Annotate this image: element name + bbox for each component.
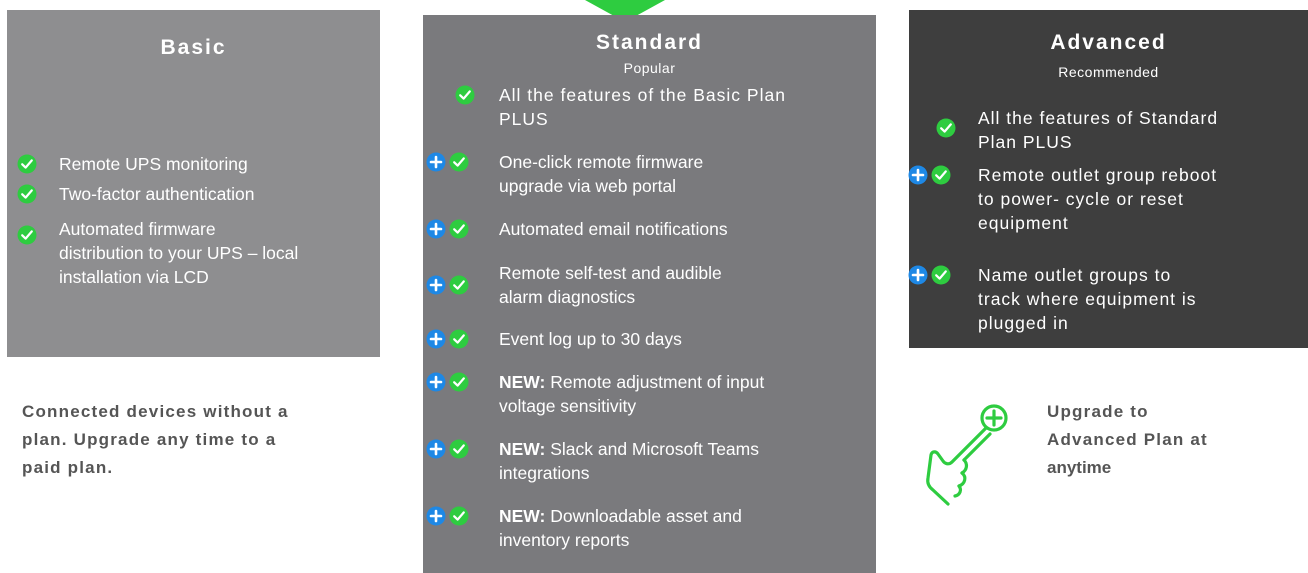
feature-line: integrations bbox=[499, 463, 590, 483]
feature-line: track where equipment is bbox=[978, 289, 1197, 309]
feature-line: Name outlet groups to bbox=[978, 265, 1172, 285]
plus-icon bbox=[908, 265, 928, 285]
feature-line: Remote adjustment of input bbox=[545, 372, 765, 392]
check-icon bbox=[17, 225, 37, 245]
plus-icon bbox=[426, 275, 446, 295]
note-line: plan. Upgrade any time to a bbox=[22, 430, 277, 449]
feature-line: Slack and Microsoft Teams bbox=[545, 439, 759, 459]
note-line: anytime bbox=[1047, 458, 1112, 477]
new-tag: NEW: bbox=[499, 372, 546, 392]
basic-feature-3: Automated firmware distribution to your … bbox=[17, 217, 298, 289]
check-icon bbox=[936, 118, 956, 138]
feature-line: voltage sensitivity bbox=[499, 396, 637, 416]
check-icon bbox=[449, 329, 469, 349]
standard-feature-2: One-click remote firmware upgrade via we… bbox=[426, 150, 703, 198]
hand-tap-icon bbox=[926, 404, 1008, 506]
new-tag: NEW: bbox=[499, 439, 546, 459]
plus-icon bbox=[426, 329, 446, 349]
check-icon bbox=[455, 85, 475, 105]
basic-feature-2: Two-factor authentication bbox=[17, 182, 255, 206]
check-icon bbox=[931, 165, 951, 185]
feature-line: Event log up to 30 days bbox=[499, 329, 682, 349]
feature-line: distribution to your UPS – local bbox=[59, 243, 299, 263]
plus-icon bbox=[426, 372, 446, 392]
feature-line: All the features of Standard bbox=[978, 108, 1219, 128]
feature-line: Two-factor authentication bbox=[59, 184, 255, 204]
feature-line: to power- cycle or reset bbox=[978, 189, 1184, 209]
standard-feature-7: NEW: Slack and Microsoft Teams integrati… bbox=[426, 437, 759, 485]
plus-icon bbox=[426, 152, 446, 172]
feature-line: Plan PLUS bbox=[978, 132, 1073, 152]
standard-feature-4: Remote self-test and audible alarm diagn… bbox=[426, 261, 722, 309]
note-line: paid plan. bbox=[22, 458, 114, 477]
plus-icon bbox=[426, 439, 446, 459]
standard-plan-card: Standard Popular All the features of the… bbox=[423, 15, 876, 573]
feature-line: inventory reports bbox=[499, 530, 630, 550]
feature-line: installation via LCD bbox=[59, 267, 209, 287]
plus-icon bbox=[908, 165, 928, 185]
basic-feature-1: Remote UPS monitoring bbox=[17, 152, 248, 176]
note-line: Advanced Plan at bbox=[1047, 430, 1208, 449]
feature-line: equipment bbox=[978, 213, 1069, 233]
advanced-plan-title: Advanced bbox=[1050, 31, 1167, 54]
feature-line: Automated email notifications bbox=[499, 219, 728, 239]
feature-line: Remote self-test and audible bbox=[499, 263, 722, 283]
advanced-plan-note: Upgrade to Advanced Plan at anytime bbox=[1047, 398, 1208, 482]
feature-line: Downloadable asset and bbox=[545, 506, 742, 526]
feature-line: upgrade via web portal bbox=[499, 176, 677, 196]
advanced-feature-2: Remote outlet group reboot to power- cyc… bbox=[908, 163, 1217, 235]
feature-line: One-click remote firmware bbox=[499, 152, 704, 172]
new-tag: NEW: bbox=[499, 506, 546, 526]
standard-feature-1: All the features of the Basic Plan PLUS bbox=[455, 83, 786, 131]
check-icon bbox=[931, 265, 951, 285]
advanced-plan-subtitle: Recommended bbox=[1058, 64, 1159, 80]
advanced-plan-card: Advanced Recommended All the features of… bbox=[909, 10, 1308, 348]
check-icon bbox=[449, 372, 469, 392]
standard-feature-6: NEW: Remote adjustment of input voltage … bbox=[426, 370, 764, 418]
check-icon bbox=[17, 154, 37, 174]
advanced-feature-3: Name outlet groups to track where equipm… bbox=[908, 263, 1197, 335]
check-icon bbox=[449, 219, 469, 239]
feature-line: PLUS bbox=[499, 109, 549, 129]
standard-plan-subtitle: Popular bbox=[623, 60, 676, 76]
plus-icon bbox=[426, 506, 446, 526]
note-line: Connected devices without a bbox=[22, 402, 289, 421]
check-icon bbox=[449, 506, 469, 526]
basic-plan-title: Basic bbox=[160, 36, 227, 59]
check-icon bbox=[449, 439, 469, 459]
feature-line: plugged in bbox=[978, 313, 1069, 333]
feature-line: alarm diagnostics bbox=[499, 287, 636, 307]
check-icon bbox=[449, 275, 469, 295]
standard-feature-3: Automated email notifications bbox=[426, 217, 728, 241]
feature-line: Automated firmware bbox=[59, 219, 216, 239]
check-icon bbox=[449, 152, 469, 172]
basic-plan-card: Basic Remote UPS monitoring Two-factor a… bbox=[7, 10, 380, 357]
standard-feature-8: NEW: Downloadable asset and inventory re… bbox=[426, 504, 742, 552]
standard-plan-title: Standard bbox=[595, 31, 703, 54]
feature-line: All the features of the Basic Plan bbox=[499, 85, 786, 105]
plus-icon bbox=[426, 219, 446, 239]
feature-line: Remote UPS monitoring bbox=[59, 154, 248, 174]
basic-plan-note: Connected devices without a plan. Upgrad… bbox=[22, 398, 289, 482]
check-icon bbox=[17, 184, 37, 204]
feature-line: Remote outlet group reboot bbox=[978, 165, 1218, 185]
note-line: Upgrade to bbox=[1047, 402, 1149, 421]
standard-feature-5: Event log up to 30 days bbox=[426, 327, 682, 351]
advanced-feature-1: All the features of Standard Plan PLUS bbox=[936, 106, 1218, 154]
